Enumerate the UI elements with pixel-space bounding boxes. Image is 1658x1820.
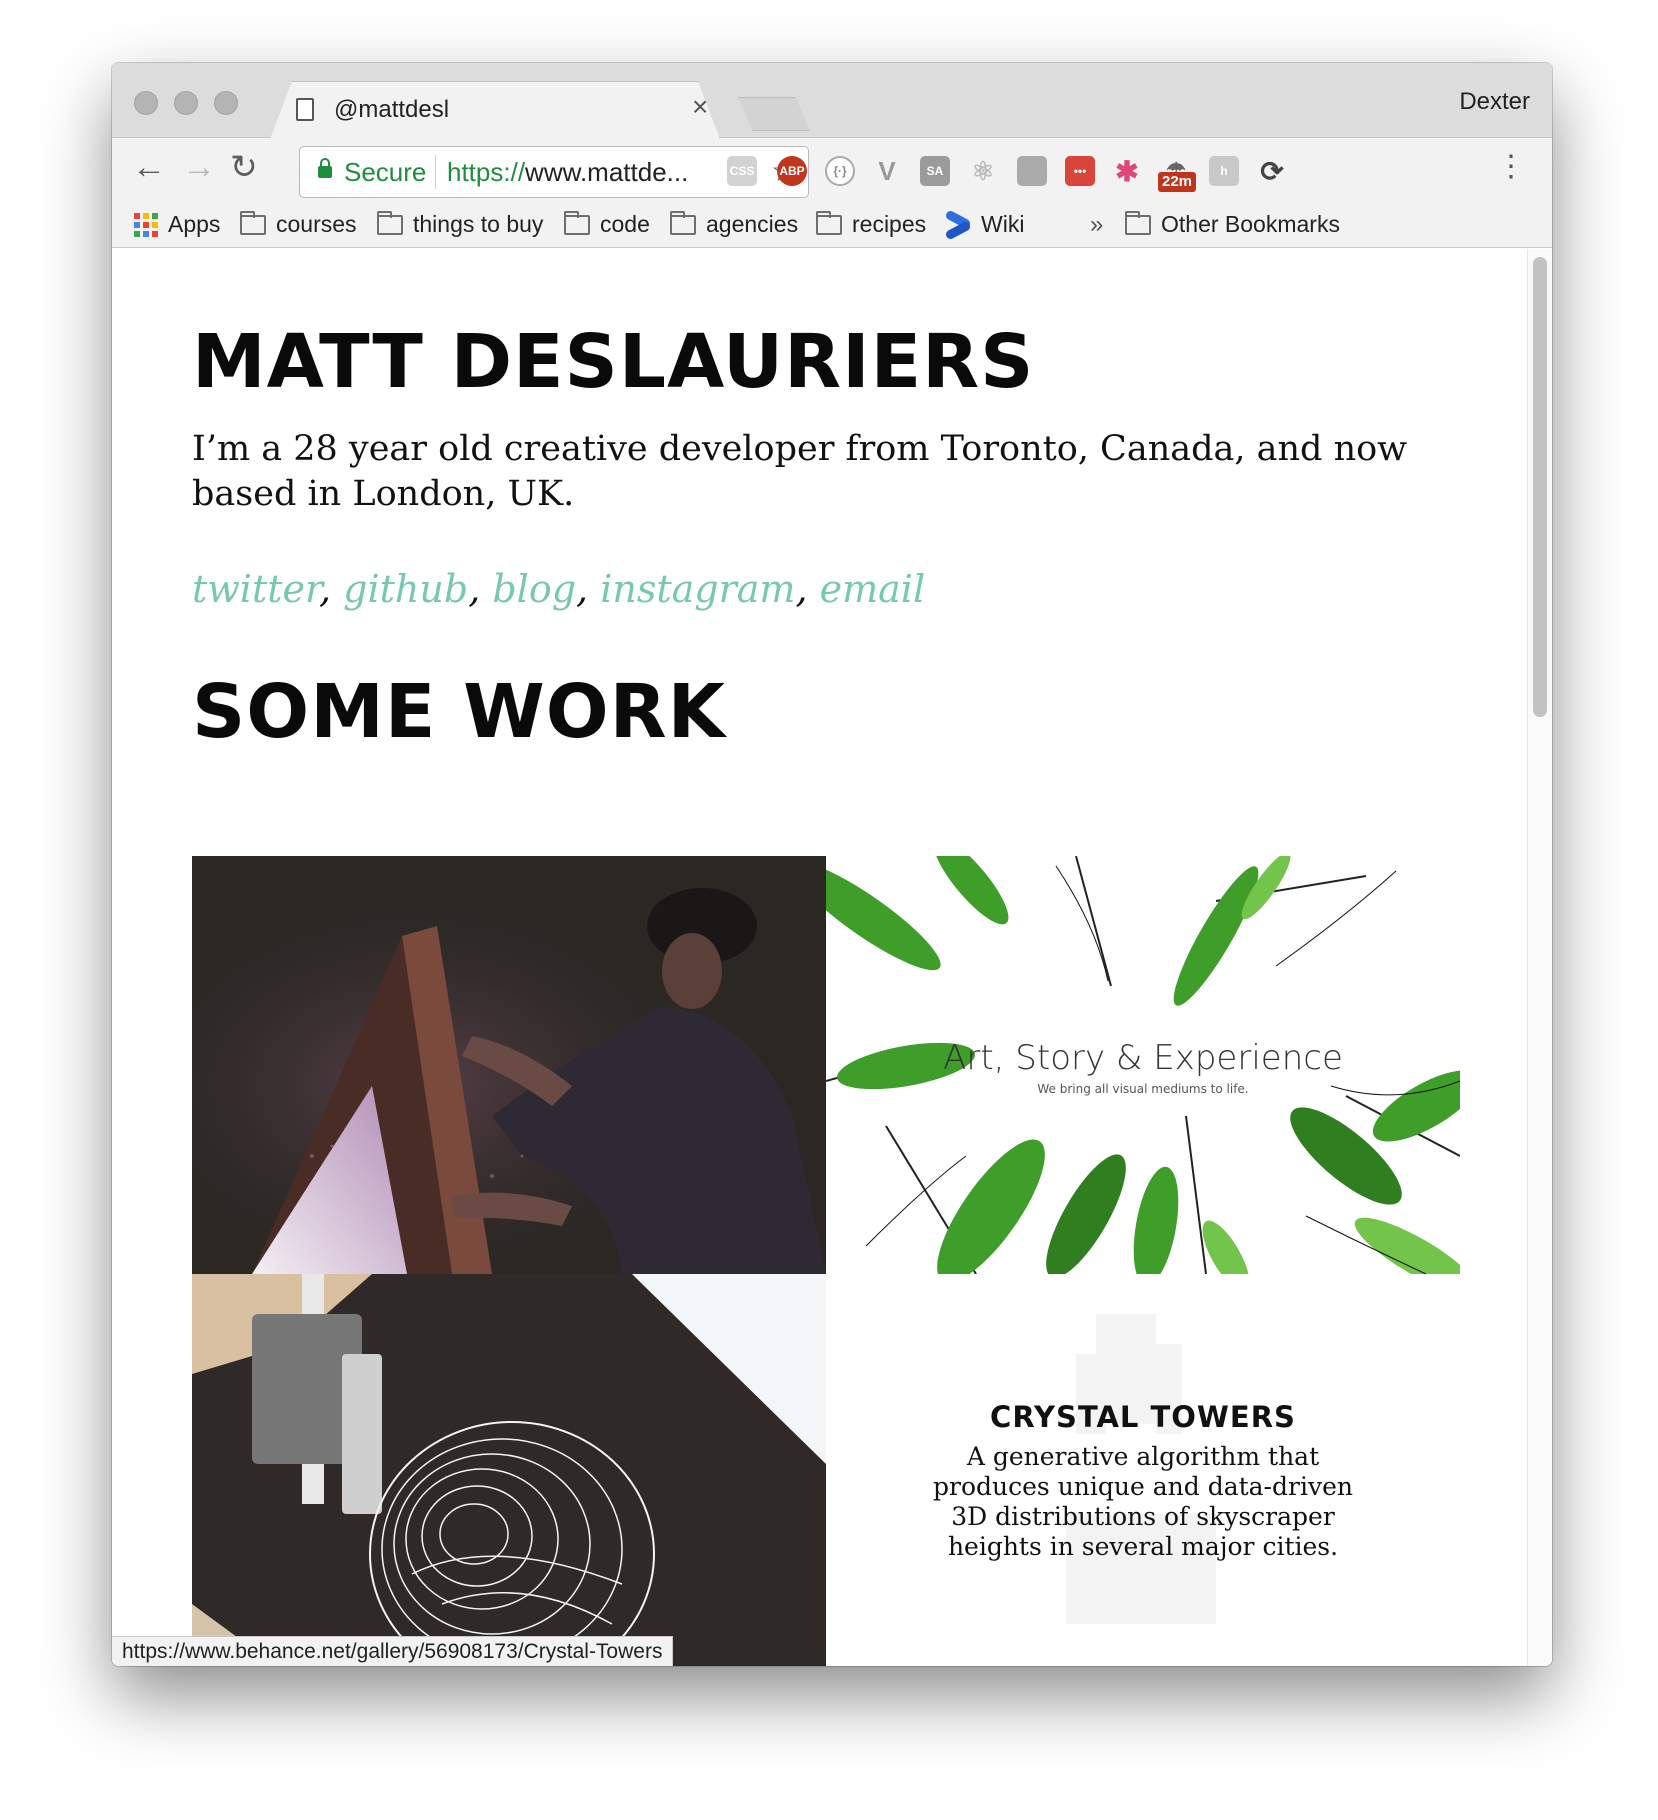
bookmarks-overflow-chevron-icon[interactable]: » [1090, 211, 1103, 239]
url-scheme: https:// [447, 157, 526, 187]
crystal-towers-description: A generative algorithm that produces uni… [933, 1442, 1353, 1561]
chrome-menu-icon[interactable]: ⋮ [1496, 152, 1526, 182]
bookmark-label: code [600, 211, 650, 237]
asterisk-extension-icon[interactable]: ✱ [1112, 156, 1142, 187]
confluence-icon [945, 212, 971, 238]
scrollbar-thumb[interactable] [1533, 257, 1547, 717]
lock-icon [318, 158, 332, 178]
zoom-window-button[interactable] [214, 91, 238, 115]
bookmark-label: courses [276, 211, 357, 237]
tab-title: @mattdesl [334, 96, 450, 123]
bookmark-agencies[interactable]: agencies [670, 210, 799, 238]
bookmark-code[interactable]: code [564, 210, 650, 238]
work-heading: SOME WORK [192, 669, 727, 755]
bookmark-label: recipes [852, 211, 927, 237]
bookmark-courses[interactable]: courses [240, 210, 357, 238]
crystal-towers-title: CRYSTAL TOWERS [990, 1400, 1296, 1434]
page-icon [296, 98, 314, 121]
bookmark-apps[interactable]: Apps [134, 211, 220, 238]
close-window-button[interactable] [134, 91, 158, 115]
bookmark-label: Apps [168, 211, 221, 237]
intro-paragraph: I’m a 28 year old creative developer fro… [192, 429, 1408, 514]
folder-icon [816, 210, 842, 235]
new-tab-button[interactable] [738, 97, 810, 131]
social-links: twitter, github, blog, instagram, email [192, 567, 926, 611]
status-bubble-url: https://www.behance.net/gallery/56908173… [112, 1636, 674, 1666]
grid-extension-icon[interactable] [1017, 156, 1047, 186]
back-arrow-icon[interactable]: ← [132, 150, 166, 184]
css-extension-icon[interactable]: CSS [727, 156, 757, 186]
adblock-plus-icon[interactable]: ABP [777, 156, 807, 186]
folder-icon [240, 210, 266, 235]
folder-icon [670, 210, 696, 235]
art-tile-title: Art, Story & Experience [943, 1038, 1343, 1078]
bookmark-label: Other Bookmarks [1161, 211, 1340, 237]
folder-icon [377, 210, 403, 235]
page-title: MATT DESLAURIERS [192, 319, 1035, 405]
work-tile-art-story[interactable]: Art, Story & Experience We bring all vis… [826, 856, 1460, 1274]
browser-window: @mattdesl × Dexter ← → ↻ Secure https://… [112, 63, 1552, 1666]
bookmark-recipes[interactable]: recipes [816, 210, 927, 238]
work-tile-crystal-towers[interactable]: CRYSTAL TOWERS A generative algorithm th… [826, 1274, 1460, 1666]
minimize-window-button[interactable] [174, 91, 198, 115]
bookmarks-bar: Apps courses things to buy code agencies… [112, 203, 1552, 248]
bookmark-label: Wiki [981, 211, 1025, 237]
pen-plotter-image [192, 1274, 826, 1666]
forward-arrow-icon[interactable]: → [182, 150, 216, 184]
vertical-scrollbar[interactable] [1527, 249, 1552, 1666]
bookmark-wiki[interactable]: Wiki [945, 211, 1024, 238]
bookmark-things-to-buy[interactable]: things to buy [377, 210, 544, 238]
twitter-link[interactable]: twitter [192, 567, 319, 611]
bookmark-label: agencies [706, 211, 799, 237]
bookmark-other-bookmarks[interactable]: Other Bookmarks [1125, 210, 1340, 238]
work-tile-triangle[interactable] [192, 856, 826, 1274]
lastpass-icon[interactable]: ••• [1065, 156, 1095, 186]
bookmark-label: things to buy [413, 211, 544, 237]
url-text[interactable]: https://www.mattde... [447, 157, 688, 188]
timer-badge: 22m [1158, 172, 1197, 192]
triangle-sculpture-image [192, 856, 826, 1274]
email-link[interactable]: email [820, 567, 925, 611]
toolbar: ← → ↻ Secure https://www.mattde... ☆ CSS… [112, 138, 1552, 203]
blog-link[interactable]: blog [492, 567, 576, 611]
folder-icon [1125, 210, 1151, 235]
github-link[interactable]: github [343, 567, 468, 611]
reload-icon[interactable]: ↻ [230, 150, 258, 183]
json-viewer-icon[interactable]: {·} [825, 156, 855, 186]
title-bar: @mattdesl × Dexter [112, 63, 1552, 138]
apps-grid-icon [134, 212, 158, 237]
instagram-link[interactable]: instagram [600, 567, 795, 611]
h-extension-icon[interactable]: h [1209, 156, 1239, 186]
sync-extension-icon[interactable]: ⟳ [1257, 156, 1287, 187]
art-tile-subtitle: We bring all visual mediums to life. [1037, 1082, 1249, 1096]
vue-devtools-icon[interactable]: V [872, 156, 902, 186]
react-devtools-icon[interactable]: ⚛ [968, 156, 998, 186]
tab-close-icon[interactable]: × [692, 93, 708, 121]
url-host: www.mattde... [525, 157, 689, 187]
sa-extension-icon[interactable]: SA [920, 156, 950, 186]
profile-name[interactable]: Dexter [1459, 88, 1530, 116]
folder-icon [564, 210, 590, 235]
omnibox-divider [435, 155, 436, 189]
work-tile-plotter[interactable] [192, 1274, 826, 1666]
page-viewport: MATT DESLAURIERS I’m a 28 year old creat… [112, 249, 1552, 1666]
secure-label: Secure [344, 157, 427, 187]
